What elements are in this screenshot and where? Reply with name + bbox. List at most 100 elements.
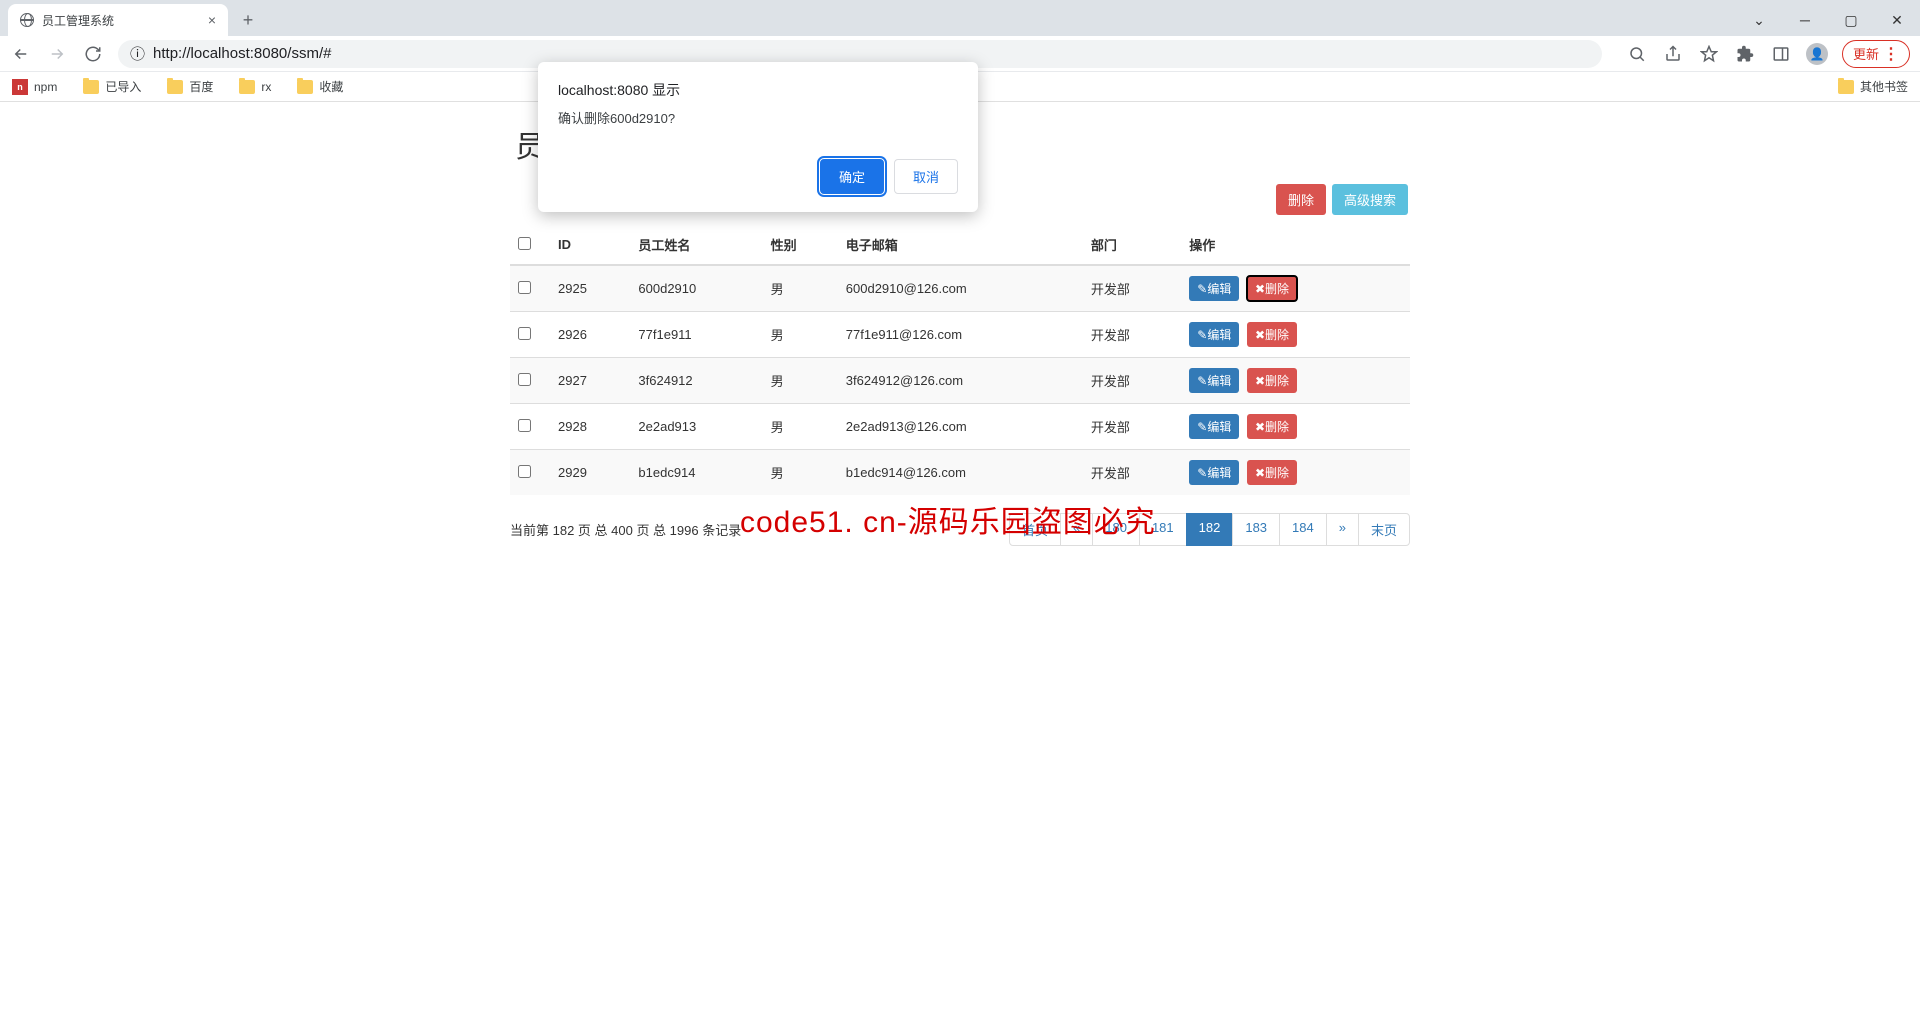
bookmark-npm[interactable]: nnpm: [12, 79, 57, 95]
watermark: code51. cn-源码乐园盗图必究: [740, 497, 1156, 541]
cell-name: 77f1e911: [630, 312, 762, 358]
delete-button[interactable]: ✖删除: [1247, 322, 1297, 347]
reload-button[interactable]: [82, 43, 104, 65]
menu-dots-icon: ⋮: [1883, 44, 1899, 64]
delete-button[interactable]: ✖删除: [1247, 276, 1297, 301]
table-footer: 当前第 182 页 总 400 页 总 1996 条记录 code51. cn-…: [510, 513, 1410, 546]
folder-icon: [239, 80, 255, 94]
bookmark-favorites[interactable]: 收藏: [297, 78, 343, 95]
edit-button[interactable]: ✎编辑: [1189, 368, 1239, 393]
info-icon[interactable]: ⓘ: [130, 43, 145, 64]
bookmark-baidu[interactable]: 百度: [167, 78, 213, 95]
bulk-delete-button[interactable]: 删除: [1276, 184, 1326, 215]
minimize-button[interactable]: ─: [1782, 4, 1828, 36]
back-button[interactable]: [10, 43, 32, 65]
toolbar-right: 👤 更新⋮: [1626, 40, 1910, 68]
cell-dept: 开发部: [1083, 450, 1181, 496]
cell-gender: 男: [763, 265, 838, 312]
col-email: 电子邮箱: [838, 225, 1083, 265]
page-last[interactable]: 末页: [1358, 513, 1410, 546]
col-dept: 部门: [1083, 225, 1181, 265]
cell-email: 2e2ad913@126.com: [838, 404, 1083, 450]
cell-gender: 男: [763, 404, 838, 450]
table-row: 2928 2e2ad913 男 2e2ad913@126.com 开发部 ✎编辑…: [510, 404, 1410, 450]
cell-name: b1edc914: [630, 450, 762, 496]
col-name: 员工姓名: [630, 225, 762, 265]
cell-id: 2926: [550, 312, 630, 358]
dialog-host: localhost:8080 显示: [558, 80, 958, 100]
cell-name: 3f624912: [630, 358, 762, 404]
col-action: 操作: [1181, 225, 1410, 265]
folder-icon: [1838, 80, 1854, 94]
dialog-cancel-button[interactable]: 取消: [894, 159, 958, 194]
window-controls: ⌄ ─ ▢ ✕: [1736, 4, 1920, 36]
cell-dept: 开发部: [1083, 312, 1181, 358]
row-checkbox[interactable]: [518, 373, 531, 386]
advanced-search-button[interactable]: 高级搜索: [1332, 184, 1408, 215]
edit-button[interactable]: ✎编辑: [1189, 414, 1239, 439]
delete-button[interactable]: ✖删除: [1247, 368, 1297, 393]
edit-button[interactable]: ✎编辑: [1189, 460, 1239, 485]
delete-button[interactable]: ✖删除: [1247, 414, 1297, 439]
new-tab-button[interactable]: +: [234, 6, 262, 34]
page-info: 当前第 182 页 总 400 页 总 1996 条记录: [510, 520, 741, 539]
maximize-button[interactable]: ▢: [1828, 4, 1874, 36]
page-182[interactable]: 182: [1186, 513, 1234, 546]
row-checkbox[interactable]: [518, 419, 531, 432]
edit-button[interactable]: ✎编辑: [1189, 276, 1239, 301]
close-tab-icon[interactable]: ×: [208, 12, 216, 28]
cell-email: b1edc914@126.com: [838, 450, 1083, 496]
bookmark-imported[interactable]: 已导入: [83, 78, 141, 95]
row-checkbox[interactable]: [518, 465, 531, 478]
table-row: 2929 b1edc914 男 b1edc914@126.com 开发部 ✎编辑…: [510, 450, 1410, 496]
table-row: 2926 77f1e911 男 77f1e911@126.com 开发部 ✎编辑…: [510, 312, 1410, 358]
delete-button[interactable]: ✖删除: [1247, 460, 1297, 485]
cell-email: 3f624912@126.com: [838, 358, 1083, 404]
share-icon[interactable]: [1662, 43, 1684, 65]
cell-id: 2929: [550, 450, 630, 496]
dialog-message: 确认删除600d2910?: [558, 108, 958, 127]
dropdown-icon[interactable]: ⌄: [1736, 4, 1782, 36]
tab-bar: 员工管理系统 × + ⌄ ─ ▢ ✕: [0, 0, 1920, 36]
update-button[interactable]: 更新⋮: [1842, 40, 1910, 68]
row-checkbox[interactable]: [518, 327, 531, 340]
table-row: 2925 600d2910 男 600d2910@126.com 开发部 ✎编辑…: [510, 265, 1410, 312]
star-icon[interactable]: [1698, 43, 1720, 65]
confirm-dialog: localhost:8080 显示 确认删除600d2910? 确定 取消: [538, 62, 978, 212]
extensions-icon[interactable]: [1734, 43, 1756, 65]
page-184[interactable]: 184: [1279, 513, 1327, 546]
dialog-ok-button[interactable]: 确定: [820, 159, 884, 194]
select-all-checkbox[interactable]: [518, 237, 531, 250]
row-checkbox[interactable]: [518, 281, 531, 294]
close-window-button[interactable]: ✕: [1874, 4, 1920, 36]
folder-icon: [297, 80, 313, 94]
cell-gender: 男: [763, 312, 838, 358]
npm-icon: n: [12, 79, 28, 95]
profile-avatar[interactable]: 👤: [1806, 43, 1828, 65]
side-panel-icon[interactable]: [1770, 43, 1792, 65]
cell-id: 2927: [550, 358, 630, 404]
cell-dept: 开发部: [1083, 358, 1181, 404]
other-bookmarks[interactable]: 其他书签: [1838, 78, 1908, 95]
cell-name: 600d2910: [630, 265, 762, 312]
cell-dept: 开发部: [1083, 265, 1181, 312]
browser-tab[interactable]: 员工管理系统 ×: [8, 4, 228, 36]
cell-name: 2e2ad913: [630, 404, 762, 450]
folder-icon: [83, 80, 99, 94]
bookmark-rx[interactable]: rx: [239, 80, 271, 94]
url-text: http://localhost:8080/ssm/#: [153, 45, 331, 62]
zoom-icon[interactable]: [1626, 43, 1648, 65]
cell-id: 2928: [550, 404, 630, 450]
page-next[interactable]: »: [1326, 513, 1359, 546]
globe-icon: [20, 13, 34, 27]
edit-button[interactable]: ✎编辑: [1189, 322, 1239, 347]
col-id: ID: [550, 225, 630, 265]
cell-dept: 开发部: [1083, 404, 1181, 450]
forward-button[interactable]: [46, 43, 68, 65]
tab-title: 员工管理系统: [42, 12, 114, 29]
table-row: 2927 3f624912 男 3f624912@126.com 开发部 ✎编辑…: [510, 358, 1410, 404]
cell-id: 2925: [550, 265, 630, 312]
page-183[interactable]: 183: [1232, 513, 1280, 546]
cell-gender: 男: [763, 358, 838, 404]
employee-table: ID 员工姓名 性别 电子邮箱 部门 操作 2925 600d2910 男 60…: [510, 225, 1410, 495]
